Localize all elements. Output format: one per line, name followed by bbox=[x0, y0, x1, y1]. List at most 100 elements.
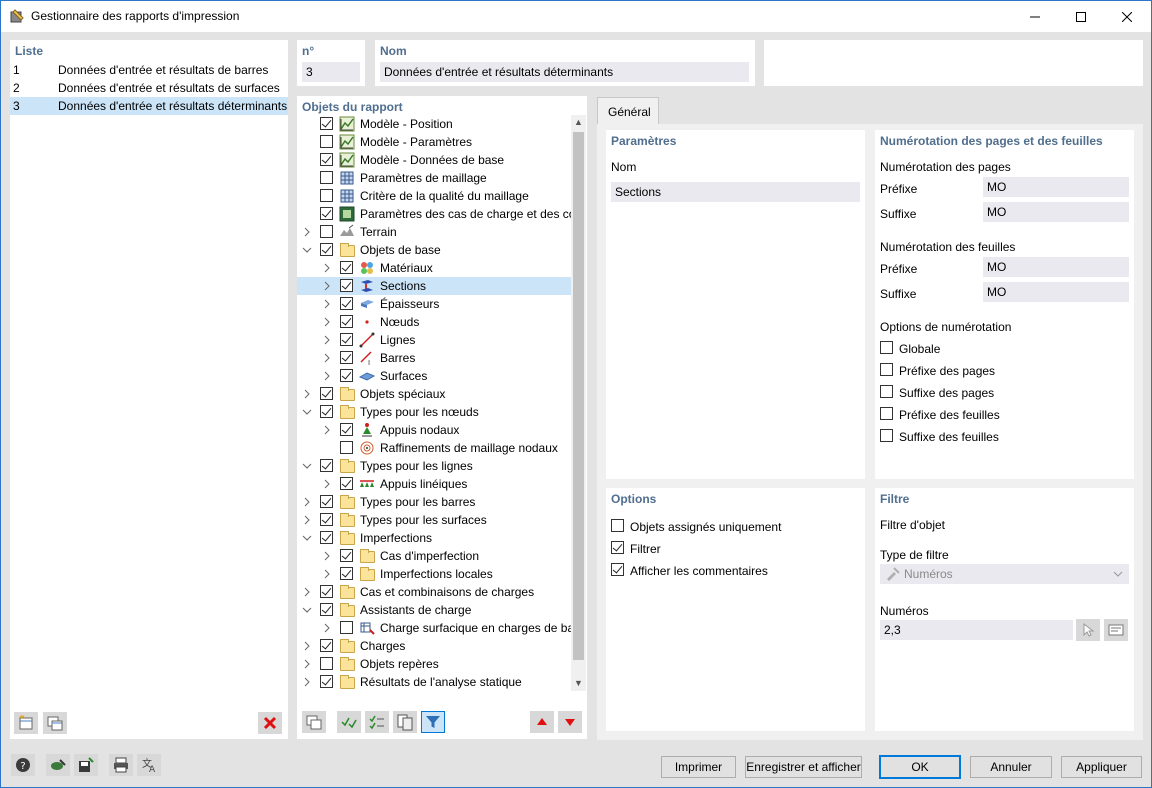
apply-button[interactable]: Appliquer bbox=[1061, 756, 1142, 778]
numbering-option[interactable]: Préfixe des pages bbox=[880, 362, 1120, 380]
tree-item-checkbox[interactable] bbox=[340, 351, 353, 364]
tree-item[interactable]: Critère de la qualité du maillage bbox=[297, 187, 571, 205]
tree-item-checkbox[interactable] bbox=[340, 549, 353, 562]
description-panel[interactable] bbox=[764, 40, 1143, 86]
minimize-button[interactable] bbox=[1012, 1, 1058, 32]
tree-item-checkbox[interactable] bbox=[320, 513, 333, 526]
tree-item[interactable]: Objets de base bbox=[297, 241, 571, 259]
chevron-right-icon[interactable] bbox=[302, 587, 312, 597]
chevron-right-icon[interactable] bbox=[302, 641, 312, 651]
chevron-right-icon[interactable] bbox=[322, 263, 332, 273]
option-item[interactable]: Objets assignés uniquement bbox=[611, 518, 851, 536]
pick-graphic-button[interactable] bbox=[1076, 619, 1100, 641]
tree-item[interactable]: Assistants de charge bbox=[297, 601, 571, 619]
chevron-right-icon[interactable] bbox=[322, 623, 332, 633]
selection-list-button[interactable] bbox=[1104, 619, 1128, 641]
tree-item-checkbox[interactable] bbox=[340, 369, 353, 382]
pages-prefix-field[interactable]: MO bbox=[983, 177, 1129, 197]
chevron-down-icon[interactable] bbox=[302, 407, 312, 417]
tree-item[interactable]: Nœuds bbox=[297, 313, 571, 331]
tree-item[interactable]: Paramètres des cas de charge et des coml bbox=[297, 205, 571, 223]
tree-scrollbar[interactable]: ▲ ▼ bbox=[571, 115, 586, 691]
tree-item-checkbox[interactable] bbox=[320, 153, 333, 166]
chevron-right-icon[interactable] bbox=[322, 317, 332, 327]
tree-item[interactable]: Modèle - Position bbox=[297, 115, 571, 133]
liste-item[interactable]: 1 Données d'entrée et résultats de barres bbox=[10, 61, 288, 79]
chevron-right-icon[interactable] bbox=[302, 659, 312, 669]
tree-item[interactable]: Surfaces bbox=[297, 367, 571, 385]
chevron-down-icon[interactable] bbox=[302, 245, 312, 255]
close-button[interactable] bbox=[1104, 1, 1150, 32]
tree-item-checkbox[interactable] bbox=[320, 459, 333, 472]
tree-item-checkbox[interactable] bbox=[320, 639, 333, 652]
maximize-button[interactable] bbox=[1058, 1, 1104, 32]
tree-item-checkbox[interactable] bbox=[320, 405, 333, 418]
pages-suffix-field[interactable]: MO bbox=[983, 202, 1129, 222]
tree-item[interactable]: I Barres bbox=[297, 349, 571, 367]
tree-item[interactable]: Épaisseurs bbox=[297, 295, 571, 313]
scroll-up-icon[interactable]: ▲ bbox=[571, 115, 586, 130]
tree-item[interactable]: Charges bbox=[297, 637, 571, 655]
tree-item-checkbox[interactable] bbox=[340, 333, 353, 346]
tree-item-checkbox[interactable] bbox=[340, 279, 353, 292]
tree-item[interactable]: Types pour les surfaces bbox=[297, 511, 571, 529]
cancel-button[interactable]: Annuler bbox=[970, 756, 1052, 778]
save-and-show-button[interactable]: Enregistrer et afficher bbox=[745, 756, 862, 778]
tree-item[interactable]: Imperfections bbox=[297, 529, 571, 547]
numbering-option[interactable]: Suffixe des feuilles bbox=[880, 428, 1120, 446]
tree-item[interactable]: Modèle - Paramètres bbox=[297, 133, 571, 151]
tree-item[interactable]: Résultats de l'analyse statique bbox=[297, 673, 571, 691]
tree-item-checkbox[interactable] bbox=[320, 189, 333, 202]
tree-item[interactable]: Cas et combinaisons de charges bbox=[297, 583, 571, 601]
tree-item-checkbox[interactable] bbox=[320, 243, 333, 256]
tree-item-checkbox[interactable] bbox=[340, 423, 353, 436]
chevron-right-icon[interactable] bbox=[322, 335, 332, 345]
tree-item-checkbox[interactable] bbox=[340, 297, 353, 310]
tree-item-checkbox[interactable] bbox=[320, 603, 333, 616]
tree-item-checkbox[interactable] bbox=[320, 531, 333, 544]
tree-item[interactable]: Terrain bbox=[297, 223, 571, 241]
tree-item-checkbox[interactable] bbox=[340, 441, 353, 454]
tree-item[interactable]: Raffinements de maillage nodaux bbox=[297, 439, 571, 457]
tree-item-checkbox[interactable] bbox=[320, 657, 333, 670]
option-checkbox[interactable] bbox=[611, 563, 624, 576]
tree-item[interactable]: Cas d'imperfection bbox=[297, 547, 571, 565]
option-checkbox[interactable] bbox=[611, 519, 624, 532]
new-report-button[interactable] bbox=[14, 712, 38, 734]
print-preview-button[interactable] bbox=[393, 711, 417, 733]
numbers-field[interactable]: 2,3 bbox=[880, 620, 1073, 640]
tree-item-checkbox[interactable] bbox=[340, 261, 353, 274]
tree-item-checkbox[interactable] bbox=[320, 387, 333, 400]
numbering-option-checkbox[interactable] bbox=[880, 429, 893, 442]
feuilles-prefix-field[interactable]: MO bbox=[983, 257, 1129, 277]
units-button[interactable] bbox=[46, 754, 70, 776]
filter-type-select[interactable]: Numéros bbox=[880, 564, 1129, 584]
option-checkbox[interactable] bbox=[611, 541, 624, 554]
tree-item[interactable]: Objets spéciaux bbox=[297, 385, 571, 403]
chevron-down-icon[interactable] bbox=[302, 533, 312, 543]
tree-item-checkbox[interactable] bbox=[320, 495, 333, 508]
tree-item[interactable]: Types pour les nœuds bbox=[297, 403, 571, 421]
chevron-right-icon[interactable] bbox=[322, 353, 332, 363]
chevron-down-icon[interactable] bbox=[302, 605, 312, 615]
chevron-right-icon[interactable] bbox=[302, 227, 312, 237]
chevron-right-icon[interactable] bbox=[302, 515, 312, 525]
chevron-right-icon[interactable] bbox=[322, 479, 332, 489]
tree-item-checkbox[interactable] bbox=[320, 117, 333, 130]
tree-item[interactable]: Charge surfacique en charges de bar bbox=[297, 619, 571, 637]
option-item[interactable]: Filtrer bbox=[611, 540, 851, 558]
printer-settings-button[interactable] bbox=[109, 754, 133, 776]
chevron-right-icon[interactable] bbox=[322, 299, 332, 309]
liste-item[interactable]: 3 Données d'entrée et résultats détermina… bbox=[10, 97, 288, 115]
copy-objects-button[interactable] bbox=[302, 711, 326, 733]
tree-item[interactable]: Matériaux bbox=[297, 259, 571, 277]
save-settings-button[interactable] bbox=[74, 754, 98, 776]
tree-item[interactable]: Types pour les barres bbox=[297, 493, 571, 511]
numbering-option-checkbox[interactable] bbox=[880, 407, 893, 420]
tree-item-checkbox[interactable] bbox=[340, 621, 353, 634]
liste-item[interactable]: 2 Données d'entrée et résultats de surfac… bbox=[10, 79, 288, 97]
tree-item-checkbox[interactable] bbox=[320, 135, 333, 148]
tree-item[interactable]: Types pour les lignes bbox=[297, 457, 571, 475]
num-field[interactable]: 3 bbox=[302, 62, 360, 82]
print-button[interactable]: Imprimer bbox=[661, 756, 736, 778]
